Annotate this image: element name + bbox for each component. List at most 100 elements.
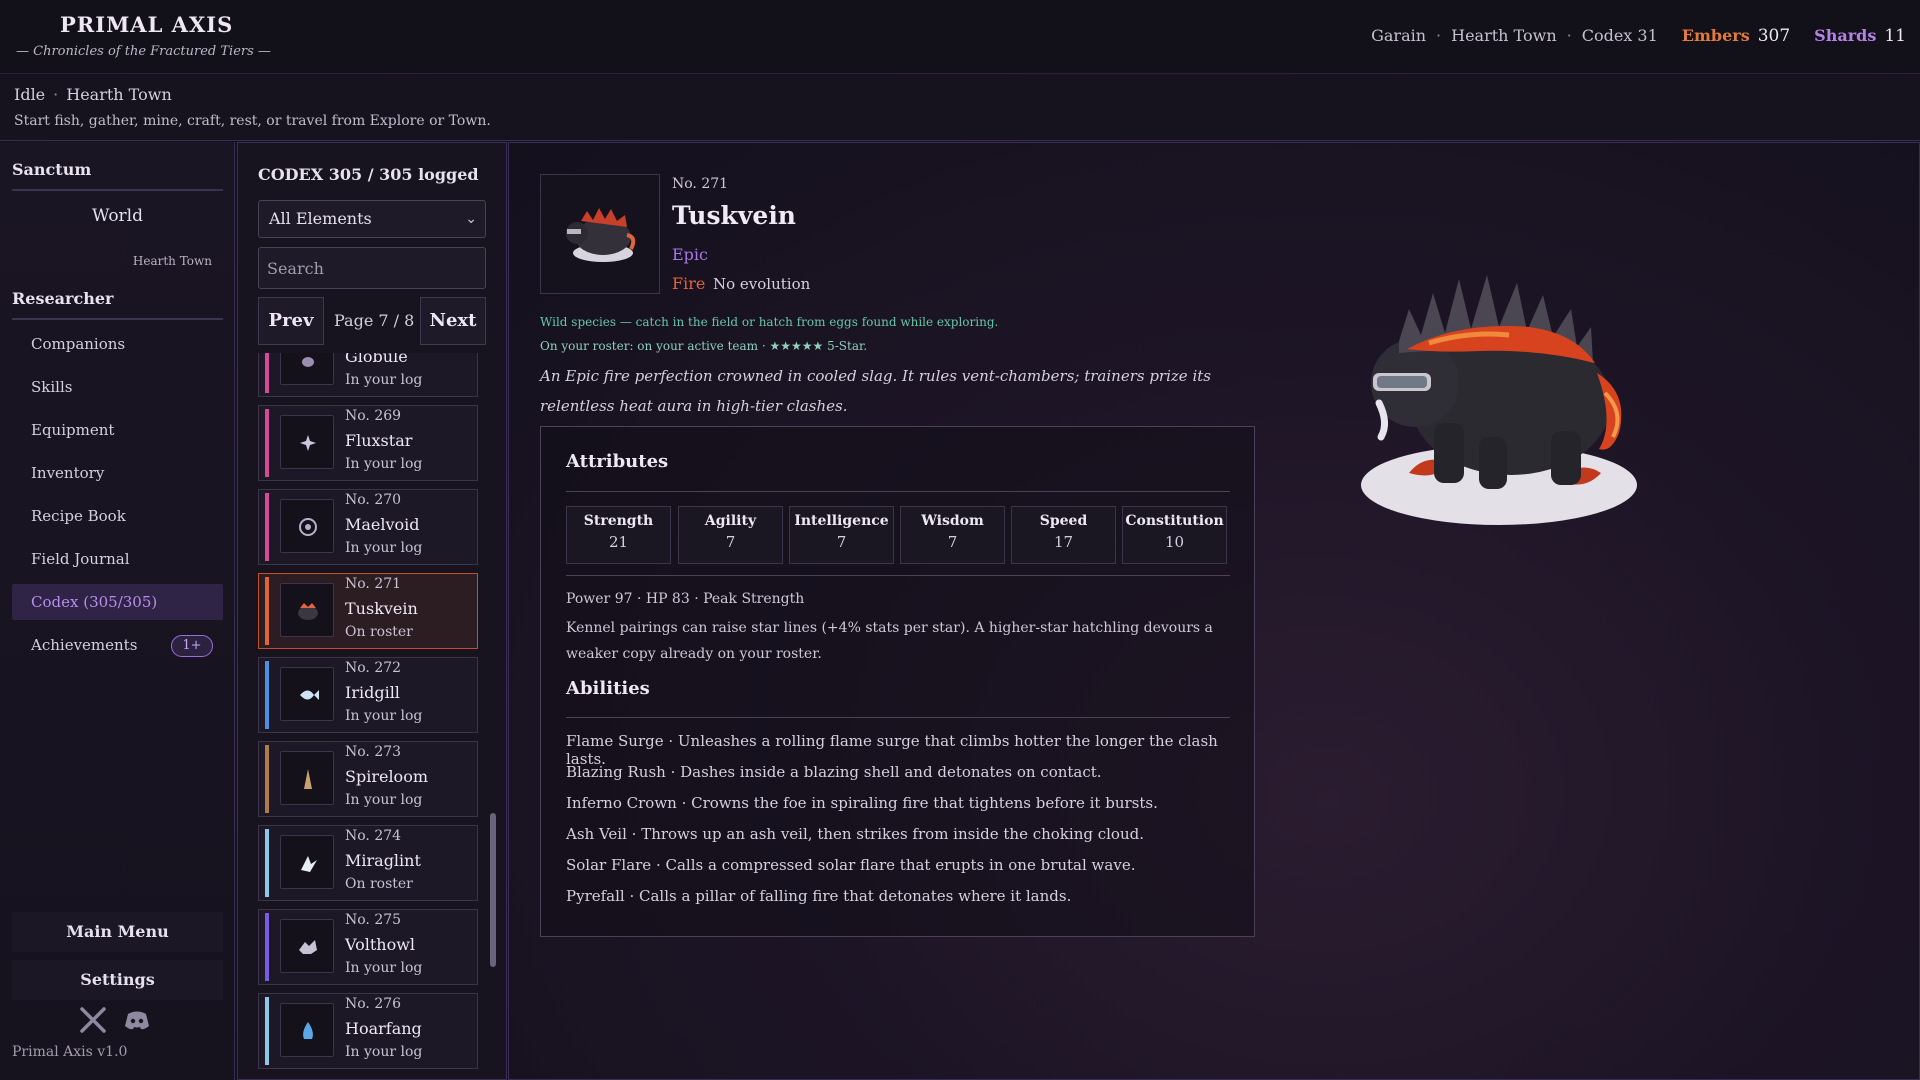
creature-thumbnail bbox=[280, 667, 334, 721]
element-stripe bbox=[265, 661, 269, 729]
frost-icon bbox=[303, 1022, 313, 1039]
activity-hint: Start fish, gather, mine, craft, rest, o… bbox=[14, 113, 491, 129]
fish-icon bbox=[300, 690, 319, 700]
sidebar-item-field-journal[interactable]: Field Journal bbox=[12, 541, 223, 577]
creature-name: Maelvoid bbox=[345, 515, 420, 534]
discord-icon[interactable] bbox=[122, 1005, 152, 1035]
creature-number: No. 269 bbox=[345, 408, 402, 424]
creature-status: In your log bbox=[345, 456, 423, 472]
creature-status: In your log bbox=[345, 1044, 423, 1060]
page-indicator: Page 7 / 8 bbox=[334, 311, 415, 330]
creature-thumbnail bbox=[280, 919, 334, 973]
main-menu-button[interactable]: Main Menu bbox=[12, 912, 223, 952]
creature-number: No. 271 bbox=[345, 576, 402, 592]
achievements-badge: 1+ bbox=[171, 635, 213, 657]
stat-label: Agility bbox=[704, 513, 757, 529]
ability-inferno-crown: Inferno Crown · Crowns the foe in spiral… bbox=[566, 794, 1158, 812]
sidebar-item-recipe-book[interactable]: Recipe Book bbox=[12, 498, 223, 534]
list-item[interactable]: No. 269 Fluxstar In your log bbox=[258, 405, 478, 481]
shards-value: 11 bbox=[1884, 26, 1906, 46]
sidebar-item-skills[interactable]: Skills bbox=[12, 369, 223, 405]
settings-button[interactable]: Settings bbox=[12, 960, 223, 1000]
activity-location: Hearth Town bbox=[66, 85, 172, 104]
ability-solar-flare: Solar Flare · Calls a compressed solar f… bbox=[566, 856, 1136, 874]
stat-label: Intelligence bbox=[794, 513, 889, 529]
social-links bbox=[78, 1005, 152, 1035]
element-filter-select[interactable]: All Elements ⌄ bbox=[258, 200, 486, 238]
sidebar-world-button[interactable]: World bbox=[12, 206, 223, 236]
element-stripe bbox=[265, 353, 269, 393]
stat-value: 7 bbox=[947, 533, 958, 551]
creature-name: Fluxstar bbox=[345, 431, 413, 450]
creature-number: No. 272 bbox=[345, 660, 402, 676]
codex-search-input[interactable] bbox=[258, 247, 486, 289]
kennel-note: Kennel pairings can raise star lines (+4… bbox=[566, 620, 1213, 662]
spire-icon bbox=[304, 769, 312, 789]
chevron-down-icon: ⌄ bbox=[465, 211, 477, 227]
sidebar-item-codex[interactable]: Codex (305/305) bbox=[12, 584, 223, 620]
evolution-label: No evolution bbox=[713, 275, 811, 293]
creature-status: On roster bbox=[345, 876, 413, 892]
ability-ash-veil: Ash Veil · Throws up an ash veil, then s… bbox=[566, 825, 1144, 843]
creature-name: Hoarfang bbox=[345, 1019, 422, 1038]
list-item-selected[interactable]: No. 271 Tuskvein On roster bbox=[258, 573, 478, 649]
stat-label: Wisdom bbox=[921, 513, 984, 529]
sidebar-item-companions[interactable]: Companions bbox=[12, 326, 223, 362]
creature-name: Globule bbox=[345, 353, 408, 366]
list-item[interactable]: Globule In your log bbox=[258, 353, 478, 397]
stat-speed: Speed 17 bbox=[1011, 506, 1116, 564]
beast-icon bbox=[298, 603, 318, 620]
tuskvein-portrait-image bbox=[566, 208, 636, 262]
abilities-heading: Abilities bbox=[566, 678, 650, 699]
ability-blazing-rush: Blazing Rush · Dashes inside a blazing s… bbox=[566, 763, 1102, 781]
stat-strength: Strength 21 bbox=[566, 506, 671, 564]
embers-label: Embers bbox=[1681, 26, 1750, 45]
creature-number: No. 273 bbox=[345, 744, 402, 760]
divider bbox=[566, 575, 1230, 576]
list-item[interactable]: No. 274 Miraglint On roster bbox=[258, 825, 478, 901]
list-item[interactable]: No. 270 Maelvoid In your log bbox=[258, 489, 478, 565]
stat-label: Constitution bbox=[1125, 513, 1224, 529]
creature-number: No. 270 bbox=[345, 492, 402, 508]
element-stripe bbox=[265, 745, 269, 813]
codex-list[interactable]: Globule In your log No. 269 Fluxstar In … bbox=[258, 353, 498, 1073]
creature-name: Tuskvein bbox=[345, 599, 418, 618]
stat-label: Speed bbox=[1039, 513, 1088, 529]
activity-status: Idle · Hearth Town bbox=[14, 85, 172, 104]
sidebar-item-equipment[interactable]: Equipment bbox=[12, 412, 223, 448]
blob-icon bbox=[302, 357, 314, 367]
next-page-button[interactable]: Next bbox=[420, 297, 486, 345]
separator: · bbox=[53, 85, 59, 104]
element-stripe bbox=[265, 829, 269, 897]
creature-thumbnail bbox=[280, 583, 334, 637]
list-scrollbar[interactable] bbox=[490, 813, 496, 967]
list-item[interactable]: No. 276 Hoarfang In your log bbox=[258, 993, 478, 1069]
prev-page-button[interactable]: Prev bbox=[258, 297, 324, 345]
star-icon bbox=[300, 435, 316, 451]
list-item[interactable]: No. 273 Spireloom In your log bbox=[258, 741, 478, 817]
sidebar-heading-sanctum: Sanctum bbox=[12, 160, 92, 179]
creature-name: Volthowl bbox=[345, 935, 416, 954]
player-name: Garain bbox=[1371, 26, 1427, 45]
sidebar-world-location: Hearth Town bbox=[132, 254, 212, 268]
creature-status: In your log bbox=[345, 372, 423, 388]
creature-name: Tuskvein bbox=[672, 201, 796, 230]
sidebar-item-inventory[interactable]: Inventory bbox=[12, 455, 223, 491]
divider bbox=[566, 491, 1230, 492]
list-item[interactable]: No. 275 Volthowl In your log bbox=[258, 909, 478, 985]
shards-label: Shards bbox=[1814, 26, 1877, 45]
void-icon bbox=[299, 518, 317, 536]
element-stripe bbox=[265, 997, 269, 1065]
list-item[interactable]: No. 272 Iridgill In your log bbox=[258, 657, 478, 733]
top-location: Hearth Town bbox=[1451, 26, 1557, 45]
creature-number: No. 271 bbox=[672, 176, 729, 192]
stat-wisdom: Wisdom 7 bbox=[900, 506, 1005, 564]
divider bbox=[12, 318, 223, 320]
stat-label: Strength bbox=[583, 513, 654, 529]
stat-agility: Agility 7 bbox=[678, 506, 783, 564]
top-codex: Codex 31 bbox=[1581, 26, 1658, 45]
sidebar-item-achievements[interactable]: Achievements 1+ bbox=[12, 627, 223, 663]
x-twitter-icon[interactable] bbox=[78, 1005, 108, 1035]
ability-pyrefall: Pyrefall · Calls a pillar of falling fir… bbox=[566, 887, 1072, 905]
roster-note: On your roster: on your active team · ★★… bbox=[540, 339, 868, 353]
